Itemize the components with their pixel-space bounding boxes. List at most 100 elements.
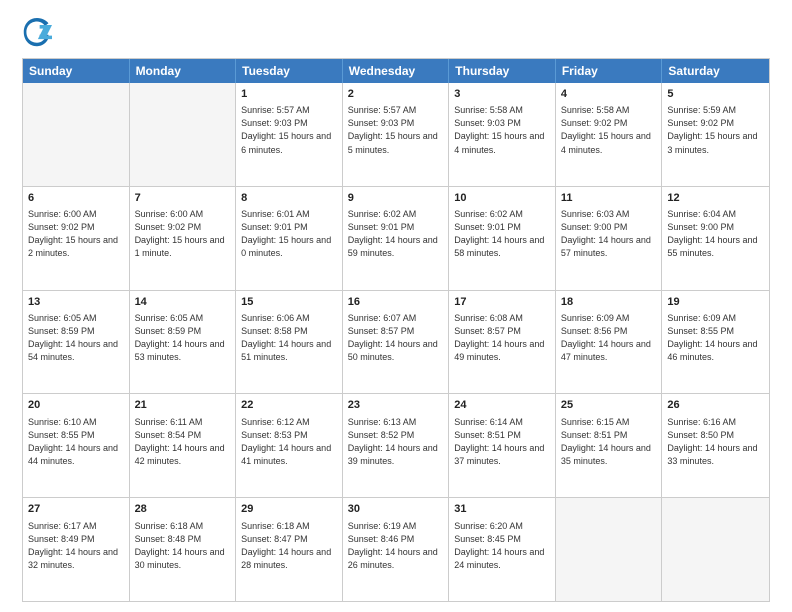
sun-info: Sunrise: 6:06 AMSunset: 8:58 PMDaylight:…	[241, 312, 337, 364]
day-header-sunday: Sunday	[23, 59, 130, 83]
sun-info: Sunrise: 6:01 AMSunset: 9:01 PMDaylight:…	[241, 208, 337, 260]
day-number: 23	[348, 398, 444, 413]
sun-info: Sunrise: 5:58 AMSunset: 9:03 PMDaylight:…	[454, 104, 550, 156]
calendar-cell: 26 Sunrise: 6:16 AMSunset: 8:50 PMDayligh…	[662, 394, 769, 497]
day-number: 24	[454, 398, 550, 413]
calendar: SundayMondayTuesdayWednesdayThursdayFrid…	[22, 58, 770, 602]
calendar-cell: 13 Sunrise: 6:05 AMSunset: 8:59 PMDayligh…	[23, 291, 130, 394]
sun-info: Sunrise: 6:00 AMSunset: 9:02 PMDaylight:…	[28, 208, 124, 260]
day-header-thursday: Thursday	[449, 59, 556, 83]
logo	[22, 18, 56, 48]
calendar-cell: 3 Sunrise: 5:58 AMSunset: 9:03 PMDaylight…	[449, 83, 556, 186]
sun-info: Sunrise: 6:08 AMSunset: 8:57 PMDaylight:…	[454, 312, 550, 364]
day-number: 26	[667, 398, 764, 413]
sun-info: Sunrise: 6:04 AMSunset: 9:00 PMDaylight:…	[667, 208, 764, 260]
day-number: 12	[667, 191, 764, 206]
day-header-monday: Monday	[130, 59, 237, 83]
calendar-cell: 2 Sunrise: 5:57 AMSunset: 9:03 PMDaylight…	[343, 83, 450, 186]
calendar-cell: 6 Sunrise: 6:00 AMSunset: 9:02 PMDaylight…	[23, 187, 130, 290]
sun-info: Sunrise: 6:15 AMSunset: 8:51 PMDaylight:…	[561, 416, 657, 468]
calendar-cell: 31Sunrise: 6:20 AMSunset: 8:45 PMDayligh…	[449, 498, 556, 601]
sun-info: Sunrise: 6:05 AMSunset: 8:59 PMDaylight:…	[28, 312, 124, 364]
sun-info: Sunrise: 6:10 AMSunset: 8:55 PMDaylight:…	[28, 416, 124, 468]
logo-icon	[22, 18, 52, 48]
sun-info: Sunrise: 6:02 AMSunset: 9:01 PMDaylight:…	[348, 208, 444, 260]
calendar-cell	[23, 83, 130, 186]
sun-info: Sunrise: 5:59 AMSunset: 9:02 PMDaylight:…	[667, 104, 764, 156]
day-number: 9	[348, 191, 444, 206]
calendar-week-3: 13 Sunrise: 6:05 AMSunset: 8:59 PMDayligh…	[23, 290, 769, 394]
sun-info: Sunrise: 6:13 AMSunset: 8:52 PMDaylight:…	[348, 416, 444, 468]
calendar-header: SundayMondayTuesdayWednesdayThursdayFrid…	[23, 59, 769, 83]
day-number: 3	[454, 87, 550, 102]
calendar-week-1: 1 Sunrise: 5:57 AMSunset: 9:03 PMDaylight…	[23, 83, 769, 186]
sun-info: Sunrise: 6:19 AMSunset: 8:46 PMDaylight:…	[348, 520, 444, 572]
sun-info: Sunrise: 6:05 AMSunset: 8:59 PMDaylight:…	[135, 312, 231, 364]
day-header-wednesday: Wednesday	[343, 59, 450, 83]
day-number: 25	[561, 398, 657, 413]
day-number: 18	[561, 295, 657, 310]
page: SundayMondayTuesdayWednesdayThursdayFrid…	[0, 0, 792, 612]
day-number: 20	[28, 398, 124, 413]
day-number: 28	[135, 502, 231, 517]
calendar-week-4: 20 Sunrise: 6:10 AMSunset: 8:55 PMDayligh…	[23, 393, 769, 497]
sun-info: Sunrise: 6:18 AMSunset: 8:47 PMDaylight:…	[241, 520, 337, 572]
sun-info: Sunrise: 6:09 AMSunset: 8:56 PMDaylight:…	[561, 312, 657, 364]
calendar-cell: 17Sunrise: 6:08 AMSunset: 8:57 PMDayligh…	[449, 291, 556, 394]
calendar-cell: 23 Sunrise: 6:13 AMSunset: 8:52 PMDayligh…	[343, 394, 450, 497]
day-number: 11	[561, 191, 657, 206]
sun-info: Sunrise: 6:14 AMSunset: 8:51 PMDaylight:…	[454, 416, 550, 468]
calendar-cell: 19Sunrise: 6:09 AMSunset: 8:55 PMDayligh…	[662, 291, 769, 394]
sun-info: Sunrise: 6:12 AMSunset: 8:53 PMDaylight:…	[241, 416, 337, 468]
day-number: 29	[241, 502, 337, 517]
day-header-friday: Friday	[556, 59, 663, 83]
sun-info: Sunrise: 5:58 AMSunset: 9:02 PMDaylight:…	[561, 104, 657, 156]
sun-info: Sunrise: 6:11 AMSunset: 8:54 PMDaylight:…	[135, 416, 231, 468]
day-number: 13	[28, 295, 124, 310]
day-number: 30	[348, 502, 444, 517]
calendar-week-5: 27Sunrise: 6:17 AMSunset: 8:49 PMDayligh…	[23, 497, 769, 601]
calendar-cell: 21 Sunrise: 6:11 AMSunset: 8:54 PMDayligh…	[130, 394, 237, 497]
day-number: 16	[348, 295, 444, 310]
day-number: 15	[241, 295, 337, 310]
calendar-cell: 4 Sunrise: 5:58 AMSunset: 9:02 PMDaylight…	[556, 83, 663, 186]
calendar-cell: 7Sunrise: 6:00 AMSunset: 9:02 PMDaylight…	[130, 187, 237, 290]
sun-info: Sunrise: 5:57 AMSunset: 9:03 PMDaylight:…	[348, 104, 444, 156]
day-number: 22	[241, 398, 337, 413]
header	[22, 18, 770, 48]
calendar-cell: 22 Sunrise: 6:12 AMSunset: 8:53 PMDayligh…	[236, 394, 343, 497]
day-number: 1	[241, 87, 337, 102]
calendar-cell: 29 Sunrise: 6:18 AMSunset: 8:47 PMDayligh…	[236, 498, 343, 601]
calendar-cell: 30 Sunrise: 6:19 AMSunset: 8:46 PMDayligh…	[343, 498, 450, 601]
sun-info: Sunrise: 6:20 AMSunset: 8:45 PMDaylight:…	[454, 520, 550, 572]
calendar-cell: 27Sunrise: 6:17 AMSunset: 8:49 PMDayligh…	[23, 498, 130, 601]
calendar-cell: 9 Sunrise: 6:02 AMSunset: 9:01 PMDaylight…	[343, 187, 450, 290]
day-number: 4	[561, 87, 657, 102]
calendar-week-2: 6 Sunrise: 6:00 AMSunset: 9:02 PMDaylight…	[23, 186, 769, 290]
calendar-cell: 1 Sunrise: 5:57 AMSunset: 9:03 PMDaylight…	[236, 83, 343, 186]
calendar-cell: 18 Sunrise: 6:09 AMSunset: 8:56 PMDayligh…	[556, 291, 663, 394]
day-number: 21	[135, 398, 231, 413]
calendar-cell: 12 Sunrise: 6:04 AMSunset: 9:00 PMDayligh…	[662, 187, 769, 290]
sun-info: Sunrise: 6:03 AMSunset: 9:00 PMDaylight:…	[561, 208, 657, 260]
sun-info: Sunrise: 5:57 AMSunset: 9:03 PMDaylight:…	[241, 104, 337, 156]
sun-info: Sunrise: 6:02 AMSunset: 9:01 PMDaylight:…	[454, 208, 550, 260]
day-number: 8	[241, 191, 337, 206]
calendar-cell: 28 Sunrise: 6:18 AMSunset: 8:48 PMDayligh…	[130, 498, 237, 601]
calendar-cell	[662, 498, 769, 601]
sun-info: Sunrise: 6:09 AMSunset: 8:55 PMDaylight:…	[667, 312, 764, 364]
calendar-cell	[130, 83, 237, 186]
calendar-cell: 5 Sunrise: 5:59 AMSunset: 9:02 PMDaylight…	[662, 83, 769, 186]
day-number: 2	[348, 87, 444, 102]
calendar-cell: 20 Sunrise: 6:10 AMSunset: 8:55 PMDayligh…	[23, 394, 130, 497]
day-number: 5	[667, 87, 764, 102]
sun-info: Sunrise: 6:16 AMSunset: 8:50 PMDaylight:…	[667, 416, 764, 468]
sun-info: Sunrise: 6:18 AMSunset: 8:48 PMDaylight:…	[135, 520, 231, 572]
day-number: 10	[454, 191, 550, 206]
day-number: 6	[28, 191, 124, 206]
calendar-cell: 10 Sunrise: 6:02 AMSunset: 9:01 PMDayligh…	[449, 187, 556, 290]
day-header-tuesday: Tuesday	[236, 59, 343, 83]
day-header-saturday: Saturday	[662, 59, 769, 83]
calendar-cell: 16Sunrise: 6:07 AMSunset: 8:57 PMDayligh…	[343, 291, 450, 394]
calendar-cell	[556, 498, 663, 601]
